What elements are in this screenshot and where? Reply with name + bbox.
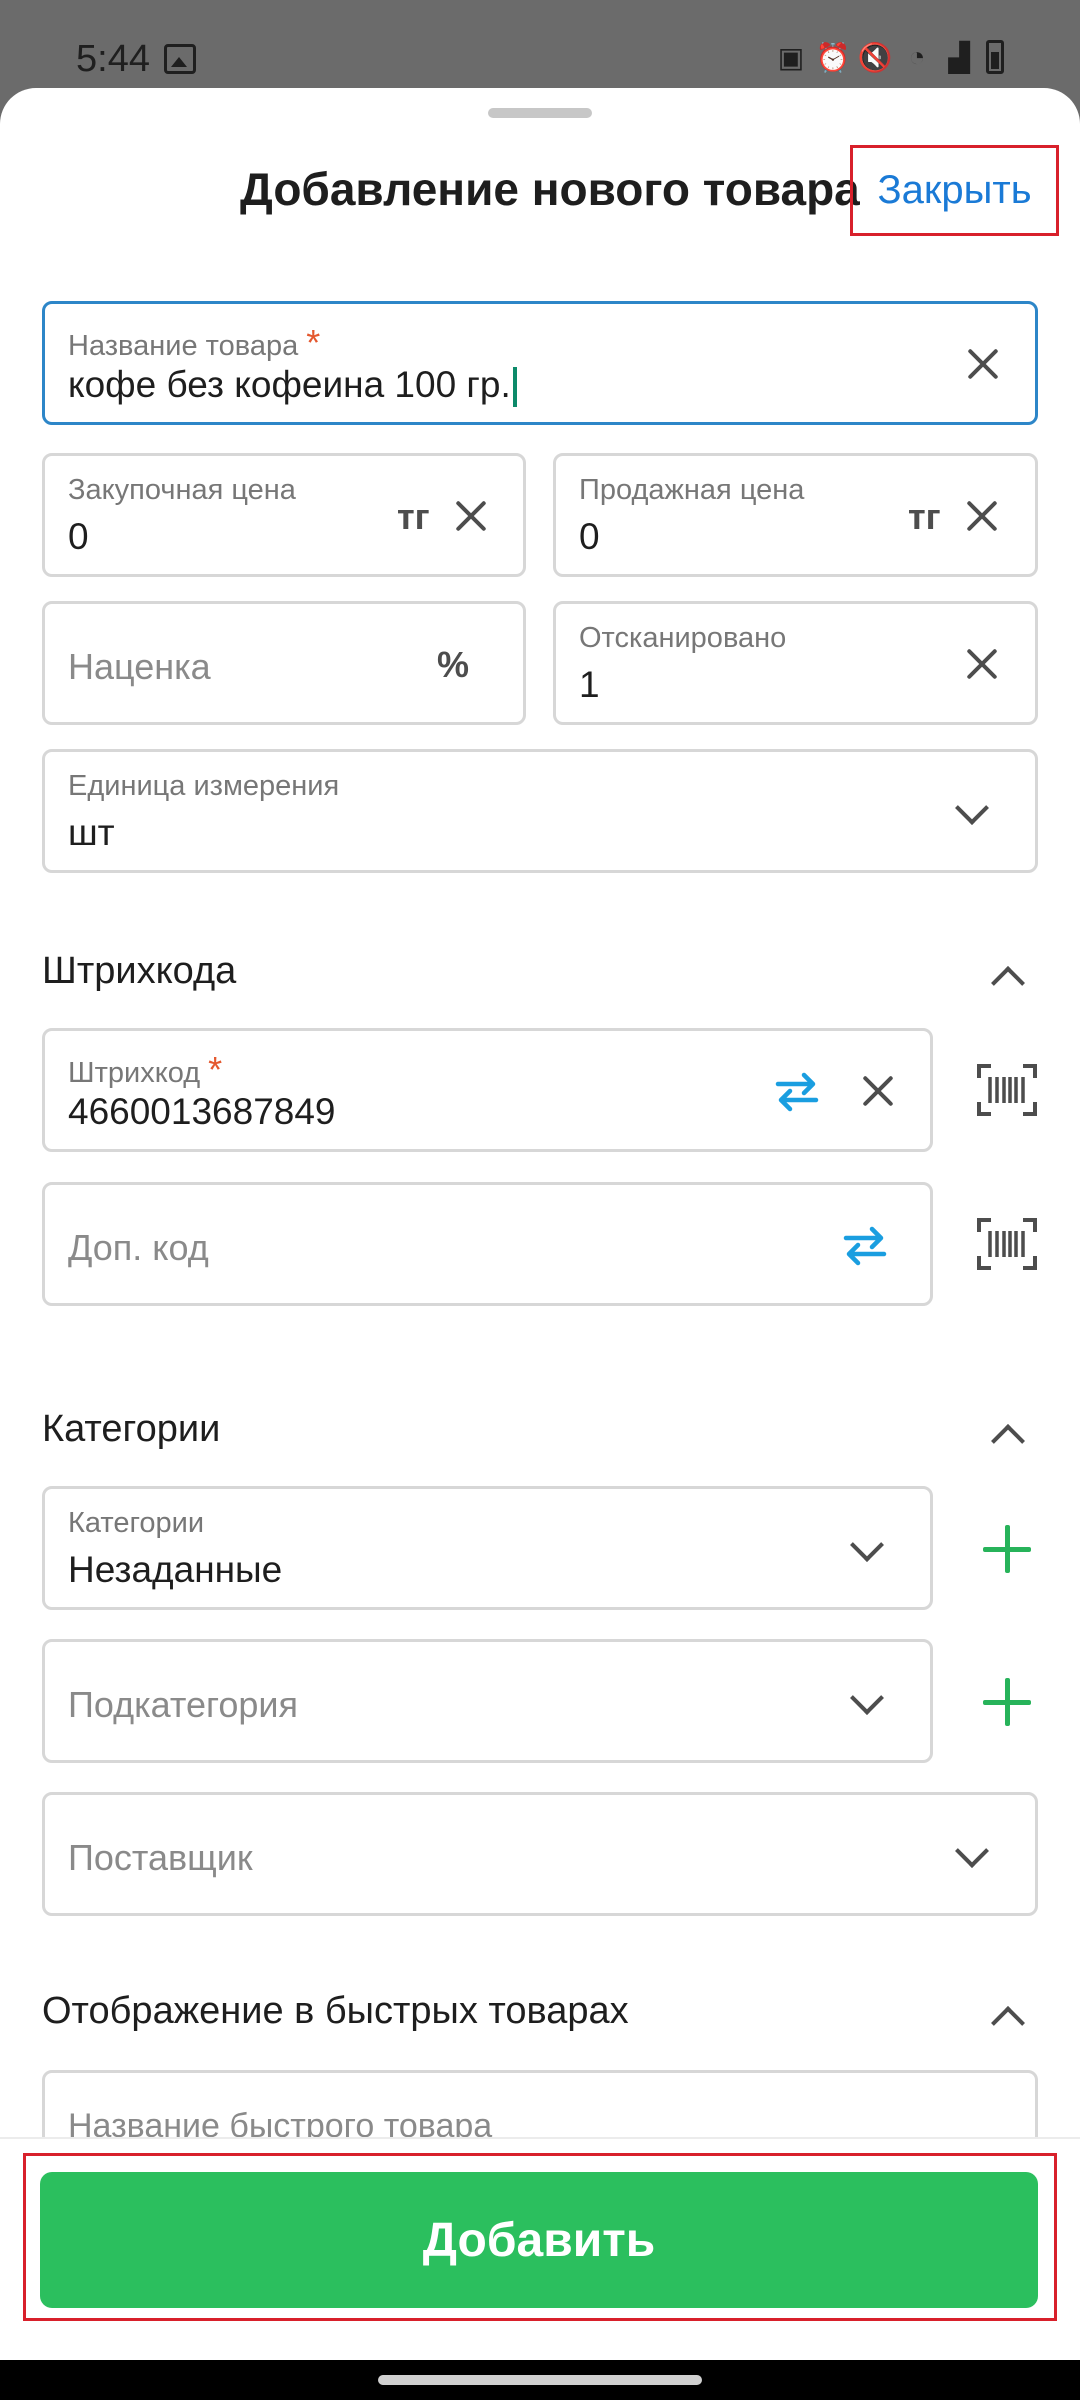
barcode-value: 4660013687849	[68, 1091, 336, 1132]
home-gesture-handle[interactable]	[378, 2375, 702, 2385]
bottom-action-bar: Добавить	[0, 2137, 1080, 2360]
chevron-down-icon	[955, 791, 989, 825]
status-time: 5:44	[76, 38, 150, 80]
collapse-quick-items-icon[interactable]	[991, 2006, 1025, 2040]
sale-price-field[interactable]: Продажная цена 0 тг	[553, 453, 1038, 577]
chevron-down-icon	[850, 1528, 884, 1562]
unit-value: шт	[68, 812, 115, 853]
required-marker: *	[306, 322, 321, 363]
purchase-price-field[interactable]: Закупочная цена 0 тг	[42, 453, 526, 577]
quick-items-section-title: Отображение в быстрых товарах	[42, 1990, 629, 2032]
subcategory-select[interactable]: Подкатегория	[42, 1639, 933, 1763]
extra-code-placeholder: Доп. код	[68, 1227, 209, 1268]
supplier-placeholder: Поставщик	[68, 1837, 253, 1878]
barcode-label: Штрихкод *	[68, 1049, 223, 1090]
category-value: Незаданные	[68, 1549, 283, 1590]
system-nav-bar	[0, 2360, 1080, 2400]
purchase-price-value: 0	[68, 516, 89, 557]
categories-section-title: Категории	[42, 1408, 221, 1450]
swap-icon[interactable]	[774, 1068, 820, 1114]
scanned-field[interactable]: Отсканировано 1	[553, 601, 1038, 725]
barcode-field[interactable]: Штрихкод * 4660013687849	[42, 1028, 933, 1152]
drag-handle[interactable]	[488, 108, 592, 118]
collapse-barcodes-icon[interactable]	[991, 966, 1025, 1000]
product-name-field[interactable]: Название товара * кофе без кофеина 100 гр…	[42, 301, 1038, 425]
scanned-value: 1	[579, 664, 600, 705]
barcode-scan-icon[interactable]	[977, 1064, 1037, 1116]
clear-icon[interactable]	[962, 644, 1002, 684]
chevron-down-icon	[850, 1681, 884, 1715]
sale-price-value: 0	[579, 516, 600, 557]
chevron-down-icon	[955, 1834, 989, 1868]
text-cursor	[512, 367, 517, 408]
markup-field[interactable]: Наценка %	[42, 601, 526, 725]
subcategory-placeholder: Подкатегория	[68, 1684, 298, 1725]
supplier-select[interactable]: Поставщик	[42, 1792, 1038, 1916]
add-button[interactable]: Добавить	[40, 2172, 1038, 2308]
clear-icon[interactable]	[451, 496, 491, 536]
status-bar: 5:44 ▣ ⏰ 🔇 ◔ ▟	[0, 0, 1080, 88]
markup-placeholder: Наценка	[68, 646, 211, 687]
close-button[interactable]: Закрыть	[850, 145, 1059, 236]
collapse-categories-icon[interactable]	[991, 1424, 1025, 1458]
mute-icon: 🔇	[857, 41, 893, 73]
clear-icon[interactable]	[858, 1071, 898, 1111]
swap-icon[interactable]	[842, 1222, 888, 1268]
product-name-label: Название товара *	[68, 322, 321, 363]
required-marker: *	[208, 1049, 223, 1090]
status-icons: ▣ ⏰ 🔇 ◔ ▟	[776, 40, 1004, 74]
category-select[interactable]: Категории Незаданные	[42, 1486, 933, 1610]
percent-icon: %	[437, 644, 470, 685]
category-label: Категории	[68, 1507, 205, 1539]
unit-label: Единица измерения	[68, 770, 340, 802]
extra-code-field[interactable]: Доп. код	[42, 1182, 933, 1306]
gallery-notification-icon	[164, 44, 196, 74]
purchase-price-label: Закупочная цена	[68, 474, 296, 506]
add-subcategory-icon[interactable]	[983, 1678, 1031, 1726]
add-category-icon[interactable]	[983, 1525, 1031, 1573]
barcode-scan-icon[interactable]	[977, 1218, 1037, 1270]
product-name-value: кофе без кофеина 100 гр.	[68, 364, 517, 408]
wifi-icon: ◔	[908, 41, 926, 72]
scanned-label: Отсканировано	[579, 622, 787, 654]
clear-icon[interactable]	[962, 496, 1002, 536]
clear-icon[interactable]	[963, 344, 1003, 384]
alarm-icon: ⏰	[815, 41, 851, 73]
sale-price-label: Продажная цена	[579, 474, 805, 506]
currency-unit: тг	[908, 496, 941, 537]
battery-icon	[986, 40, 1004, 74]
vpn-icon: ▣	[777, 41, 805, 73]
signal-icon: ▟	[948, 41, 970, 73]
barcodes-section-title: Штрихкода	[42, 950, 237, 992]
add-product-sheet: Добавление нового товара Закрыть Названи…	[0, 88, 1080, 2360]
currency-unit: тг	[397, 496, 430, 537]
unit-select[interactable]: Единица измерения шт	[42, 749, 1038, 873]
page-title: Добавление нового товара	[240, 163, 860, 215]
